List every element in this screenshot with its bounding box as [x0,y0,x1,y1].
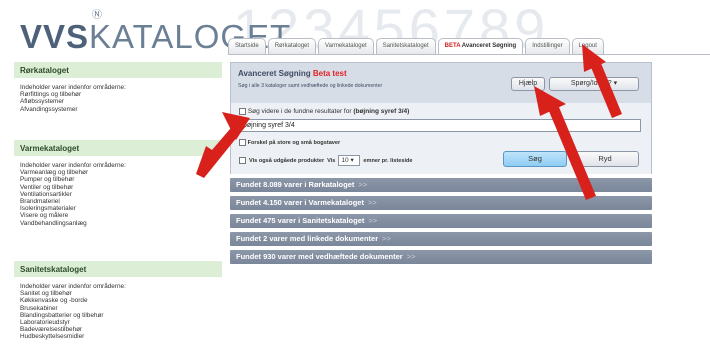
show-expired-label: Vis også udgåede produkter [249,157,325,164]
result-label: Fundet 4.150 varer i Varmekataloget [236,198,364,207]
result-linked[interactable]: Fundet 2 varer med linkede dokumenter >> [230,232,652,246]
double-chevron-icon: >> [367,198,377,207]
list-item[interactable]: Brandmateriel [20,198,216,205]
logo-mark-icon: Ⓝ [92,10,102,21]
sidebar-section-ror: Rørkataloget Indeholder varer indenfor o… [14,62,222,140]
show-expired-checkbox[interactable] [239,157,246,164]
results-list: Fundet 8.089 varer i Rørkataloget >> Fund… [230,178,652,264]
expired-row: Vis også udgåede produkter Vis 10 ▾ emne… [239,155,413,166]
sidebar-section-varme: Varmekataloget Indeholder varer indenfor… [14,140,222,261]
list-item[interactable]: Blandingsbatterier og tilbehør [20,312,216,319]
list-item[interactable]: Afvandingssystemer [20,106,216,113]
result-label: Fundet 8.089 varer i Rørkataloget [236,180,355,189]
result-attached[interactable]: Fundet 930 varer med vedhæftede dokument… [230,250,652,264]
search-within-checkbox[interactable] [239,108,246,115]
case-sensitive-checkbox[interactable] [239,139,246,146]
result-label: Fundet 2 varer med linkede dokumenter [236,234,379,243]
list-item[interactable]: Sanitet og tilbehør [20,290,216,297]
tab-indstillinger[interactable]: Indstillinger [525,38,570,54]
tab-active-label: Avanceret Søgning [460,43,517,49]
show-label: Vis [327,157,336,164]
list-item[interactable]: Laboratorieudstyr [20,319,216,326]
logo-vvs: VVS [20,18,90,55]
case-sensitive-label: Forskel på store og små bogstaver [247,139,341,146]
search-within-label: Søg videre i de fundne resultater for [247,108,352,116]
beta-badge: Beta test [312,69,347,78]
list-item[interactable]: Ventiler og tilbehør [20,184,216,191]
tab-avanceret-sogning[interactable]: BETA Avanceret Søgning [437,38,524,54]
list-item[interactable]: Badeværelsestilbehør [20,326,216,333]
double-chevron-icon: >> [358,180,368,189]
top-tabs: Startside Rørkataloget Varmekataloget Sa… [228,38,604,54]
sidebar-section-body: Indeholder varer indenfor områderne: San… [14,277,222,349]
double-chevron-icon: >> [368,216,378,225]
tab-beta-label: BETA [444,43,461,49]
header: 123456789 VVSKATALOGET Ⓝ Startside Rørka… [0,0,710,60]
tab-startside[interactable]: Startside [228,38,266,54]
sidebar-section-body: Indeholder varer indenfor områderne: Rør… [14,78,222,140]
result-label: Fundet 475 varer i Sanitetskataloget [236,216,365,225]
tab-rorkataloget[interactable]: Rørkataloget [267,38,317,54]
sidebar-section-title[interactable]: Sanitetskataloget [14,261,222,277]
sidebar-section-body: Indeholder varer indenfor områderne: Var… [14,156,222,261]
per-page-select[interactable]: 10 ▾ [338,155,361,166]
result-label: Fundet 930 varer med vedhæftede dokument… [236,252,403,261]
sidebar-section-sanitet: Sanitetskataloget Indeholder varer inden… [14,261,222,349]
tab-baseline [228,54,710,55]
page-title: Avanceret Søgning Beta test [238,69,347,78]
list-item[interactable]: Ventilationsartikler [20,191,216,198]
section-intro: Indeholder varer indenfor områderne: [20,283,126,290]
sidebar-section-title[interactable]: Rørkataloget [14,62,222,78]
sidebar: Rørkataloget Indeholder varer indenfor o… [14,62,222,361]
list-item[interactable]: Brusekabiner [20,305,216,312]
per-page-suffix: emner pr. listeside [363,157,413,164]
list-item[interactable]: Pumper og tilbehør [20,176,216,183]
result-sanitet[interactable]: Fundet 475 varer i Sanitetskataloget >> [230,214,652,228]
list-item[interactable]: Hudbeskyttelsesmidler [20,333,216,340]
section-intro: Indeholder varer indenfor områderne: [20,162,126,169]
reset-button[interactable]: Ryd [571,151,639,167]
faq-dropdown-button[interactable]: Spørg/Ideer? ▾ [549,77,639,91]
search-panel: Avanceret Søgning Beta test Søg i alle 3… [230,62,652,174]
search-within-term: (bøjning syref 3/4) [353,108,410,116]
tab-sanitetskataloget[interactable]: Sanitetskataloget [375,38,436,54]
tab-logout[interactable]: Logout [571,38,604,54]
list-item[interactable]: Rørfittings og tilbehør [20,91,216,98]
tab-varmekataloget[interactable]: Varmekataloget [318,38,374,54]
panel-subtitle: Søg i alle 3 kataloger samt vedhæftede o… [238,83,383,89]
list-item[interactable]: Afløbssystemer [20,98,216,105]
case-row: Forskel på store og små bogstaver [239,139,340,146]
list-item[interactable]: Varmeanlæg og tilbehør [20,169,216,176]
chevron-down-icon: ▾ [350,157,354,164]
list-item[interactable]: Vandbehandlingsanlæg [20,220,216,227]
result-varme[interactable]: Fundet 4.150 varer i Varmekataloget >> [230,196,652,210]
search-within-row: Søg videre i de fundne resultater for (b… [239,108,409,115]
help-button[interactable]: Hjælp [511,77,545,91]
double-chevron-icon: >> [406,252,416,261]
per-page-value: 10 [341,157,349,164]
result-ror[interactable]: Fundet 8.089 varer i Rørkataloget >> [230,178,652,192]
main-content: Avanceret Søgning Beta test Søg i alle 3… [230,62,652,264]
double-chevron-icon: >> [382,234,391,243]
search-button[interactable]: Søg [503,151,567,167]
list-item[interactable]: Køkkenvaske og -borde [20,297,216,304]
section-intro: Indeholder varer indenfor områderne: [20,84,126,91]
list-item[interactable]: Visere og målere [20,212,216,219]
sidebar-section-title[interactable]: Varmekataloget [14,140,222,156]
search-input[interactable]: bøjning syref 3/4 [239,119,641,132]
panel-title-text: Avanceret Søgning [238,69,311,78]
